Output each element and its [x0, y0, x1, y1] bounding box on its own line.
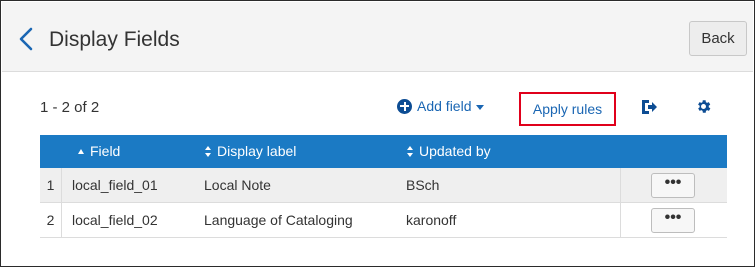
column-header-display-label[interactable]: Display label [204, 135, 296, 168]
updated-by-cell: BSch [406, 177, 440, 193]
row-number: 1 [40, 168, 62, 203]
table-row: 2 local_field_02 Language of Cataloging … [40, 203, 727, 238]
column-divider [620, 203, 621, 238]
row-actions-button[interactable]: ••• [651, 208, 695, 233]
sort-ascending-icon [78, 149, 84, 154]
plus-circle-icon [397, 98, 412, 114]
export-icon[interactable] [640, 98, 658, 116]
gear-icon[interactable] [695, 98, 712, 115]
display-label-cell: Local Note [204, 177, 271, 193]
column-header-updated-by[interactable]: Updated by [406, 135, 491, 168]
row-number: 2 [40, 203, 62, 238]
column-divider [620, 168, 621, 203]
caret-down-icon [476, 104, 485, 110]
table-header: Field Display label Updated by [40, 135, 727, 168]
updated-by-cell: karonoff [406, 212, 457, 228]
fields-table: Field Display label Updated by 1 local_f… [40, 135, 727, 238]
sort-icon [204, 146, 213, 157]
field-cell: local_field_01 [72, 177, 158, 193]
add-field-button[interactable]: Add field [397, 98, 485, 114]
sort-icon [406, 146, 415, 157]
chevron-left-icon[interactable] [16, 26, 36, 52]
page-title: Display Fields [49, 28, 180, 51]
row-actions-button[interactable]: ••• [651, 173, 695, 198]
back-button[interactable]: Back [689, 21, 747, 56]
field-cell: local_field_02 [72, 212, 158, 228]
table-row: 1 local_field_01 Local Note BSch ••• [40, 168, 727, 203]
column-header-field[interactable]: Field [78, 135, 120, 168]
apply-rules-link[interactable]: Apply rules [519, 92, 616, 126]
add-field-label: Add field [417, 98, 472, 114]
results-count: 1 - 2 of 2 [40, 99, 100, 116]
page-header: Display Fields Back [2, 2, 753, 72]
page-frame: Display Fields Back 1 - 2 of 2 Add field… [0, 0, 755, 267]
display-label-cell: Language of Cataloging [204, 212, 353, 228]
